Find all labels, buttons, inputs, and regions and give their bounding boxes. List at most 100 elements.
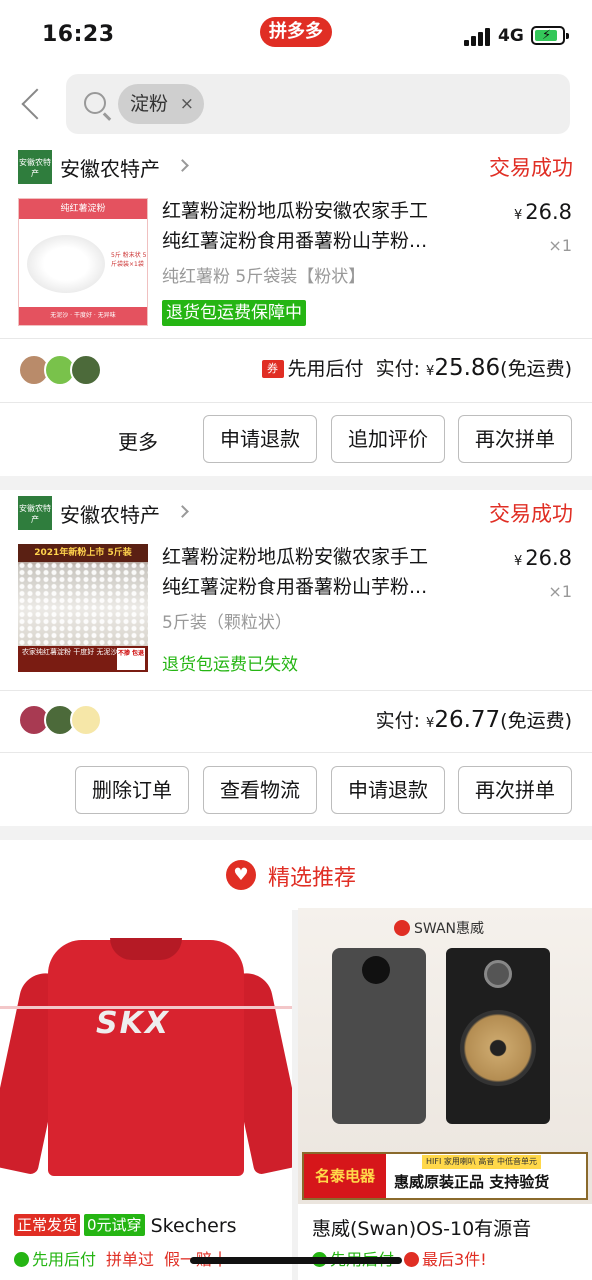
product-title[interactable]: 红薯粉淀粉地瓜粉安徽农家手工 纯红薯淀粉食用番薯粉山芋粉... [162,196,480,256]
signal-icon [464,28,492,46]
reorder-button[interactable]: 再次拼单 [458,766,572,814]
recommended-product-card[interactable]: SKX 正常发货0元试穿 Skechers 先用后付拼单过假一赔十 [0,908,292,1280]
shop-logo: 安徽农特产 [18,150,52,184]
avatar [70,704,102,736]
divider [0,690,592,691]
skx-logo: SKX [96,1006,170,1041]
chevron-right-icon [176,159,189,172]
currency-symbol: ¥ [513,208,523,223]
divider [0,752,592,753]
search-header: 淀粉 × [0,68,592,144]
status-bar: 16:23 拼多多 4G ⚡ [0,0,592,68]
thumb-tag-text: 5斤 粉末状 5斤袋装×1袋 [111,252,147,268]
search-chip-label: 淀粉 [130,93,169,115]
swan-logo: SWAN惠威 [394,918,484,938]
starch-bowl-image [27,235,105,293]
back-arrow-icon[interactable] [18,88,44,122]
close-icon[interactable]: × [180,84,194,124]
speaker-front-image [446,948,550,1124]
paid-amount: 26.77 [434,707,501,733]
avatar [70,354,102,386]
product-thumbnail[interactable]: 2021年新粉上市 5斤装 农家纯红薯淀粉 干度好 无泥沙 不酸臭 不掺 包退 [18,544,148,672]
heart-icon [226,860,256,890]
network-label: 4G [498,26,524,46]
more-button[interactable]: 更多 [118,426,158,455]
product-spec: 纯红薯粉 5斤袋装【粉状】 [162,267,366,287]
unit-price: ¥26.8 [514,546,572,570]
apply-refund-button[interactable]: 申请退款 [331,766,445,814]
group-avatars [18,704,108,738]
group-avatars [18,354,108,388]
thumb-stamp: 不掺 包退 [117,648,145,670]
pay-later-icon [14,1252,29,1267]
product-brand: Skechers [150,1215,237,1237]
pay-method: 先用后付 [287,358,364,380]
swan-logo-icon [394,920,410,936]
free-trial-tag: 0元试穿 [84,1214,145,1236]
swan-logo-text: SWAN惠威 [414,921,485,937]
order-status: 交易成功 [489,156,573,180]
order-card[interactable]: 安徽农特产 安徽农特产 交易成功 2021年新粉上市 5斤装 农家纯红薯淀粉 干… [0,490,592,826]
order-card[interactable]: 安徽农特产 安徽农特产 交易成功 纯红薯淀粉 5斤 粉末状 5斤袋装×1袋 无泥… [0,144,592,476]
shipping-note: (免运费) [500,710,572,732]
quantity: ×1 [548,582,572,601]
unit-price: ¥26.8 [514,200,572,224]
shipping-note: (免运费) [500,358,572,380]
banner-subtext: HIFI 家用喇叭 高音 中低音单元 [422,1155,541,1169]
divider [0,338,592,339]
add-review-button[interactable]: 追加评价 [331,415,445,463]
paid-label: 实付: [375,710,420,732]
product-title[interactable]: 正常发货 0元试穿 Skechers [14,1214,290,1237]
paid-amount: 25.86 [434,355,501,381]
quantity: ×1 [548,236,572,255]
promo-banner: 名泰电器 HIFI 家用喇叭 高音 中低音单元 惠威原装正品 支持验货 [302,1152,588,1200]
return-shipping-badge: 退货包运费保障中 [162,300,306,326]
product-title-line1: 红薯粉淀粉地瓜粉安徽农家手工 [162,546,429,568]
product-title[interactable]: 惠威(Swan)OS-10有源音 [312,1214,588,1241]
thumb-top-text: 2021年新粉上市 5斤装 [18,544,148,562]
shop-logo: 安徽农特产 [18,496,52,530]
shop-name[interactable]: 安徽农特产 [60,153,160,182]
search-input[interactable]: 淀粉 × [66,74,570,134]
store-name: 名泰电器 [304,1154,386,1198]
unit-price-value: 26.8 [525,546,572,570]
view-logistics-button[interactable]: 查看物流 [203,766,317,814]
normal-shipping-tag: 正常发货 [14,1214,81,1236]
shop-name[interactable]: 安徽农特产 [60,499,160,528]
delete-order-button[interactable]: 删除订单 [75,766,189,814]
paid-summary: 实付: ¥26.77(免运费) [376,706,572,733]
product-title-line2: 纯红薯淀粉食用番薯粉山芋粉... [162,230,428,252]
recommended-product-card[interactable]: SWAN惠威 名泰电器 HIFI 家用喇叭 高音 中低音单元 惠威原装正品 支持… [298,908,592,1280]
recommend-title: 精选推荐 [268,866,357,891]
product-image[interactable]: SKX [0,908,292,1204]
recommend-header: 精选推荐 [0,840,592,910]
product-thumbnail[interactable]: 纯红薯淀粉 5斤 粉末状 5斤袋装×1袋 无泥沙 · 干度好 · 无异味 [18,198,148,326]
sweater-collar [110,938,182,960]
search-icon [84,92,106,114]
thumb-foot-text: 无泥沙 · 干度好 · 无异味 [19,307,147,325]
product-image[interactable]: SWAN惠威 名泰电器 HIFI 家用喇叭 高音 中低音单元 惠威原装正品 支持… [298,908,592,1204]
unit-price-value: 26.8 [525,200,572,224]
clock-icon [404,1252,420,1267]
status-time: 16:23 [42,22,115,47]
order-status: 交易成功 [489,502,573,526]
thumb-band-text: 纯红薯淀粉 [19,199,147,219]
search-chip[interactable]: 淀粉 × [118,84,205,124]
product-spec: 5斤装（颗粒状） [162,613,292,633]
product-title[interactable]: 红薯粉淀粉地瓜粉安徽农家手工 纯红薯淀粉食用番薯粉山芋粉... [162,542,480,602]
product-title-line1: 红薯粉淀粉地瓜粉安徽农家手工 [162,200,429,222]
home-indicator[interactable] [190,1257,402,1264]
currency-symbol: ¥ [513,554,523,569]
paid-summary: 券先用后付 实付: ¥25.86(免运费) [261,354,572,381]
divider [0,402,592,403]
pay-later-label: 先用后付 [32,1250,97,1269]
app-badge: 拼多多 [260,17,332,47]
reorder-button[interactable]: 再次拼单 [458,415,572,463]
stock-remaining-label: 最后3件! [422,1250,487,1269]
battery-icon: ⚡ [531,26,569,45]
group-buy-label: 拼单过 [106,1250,155,1269]
starch-granules-image [18,562,148,646]
product-title-line2: 纯红薯淀粉食用番薯粉山芋粉... [162,576,428,598]
sweater-body [48,940,244,1176]
apply-refund-button[interactable]: 申请退款 [203,415,317,463]
